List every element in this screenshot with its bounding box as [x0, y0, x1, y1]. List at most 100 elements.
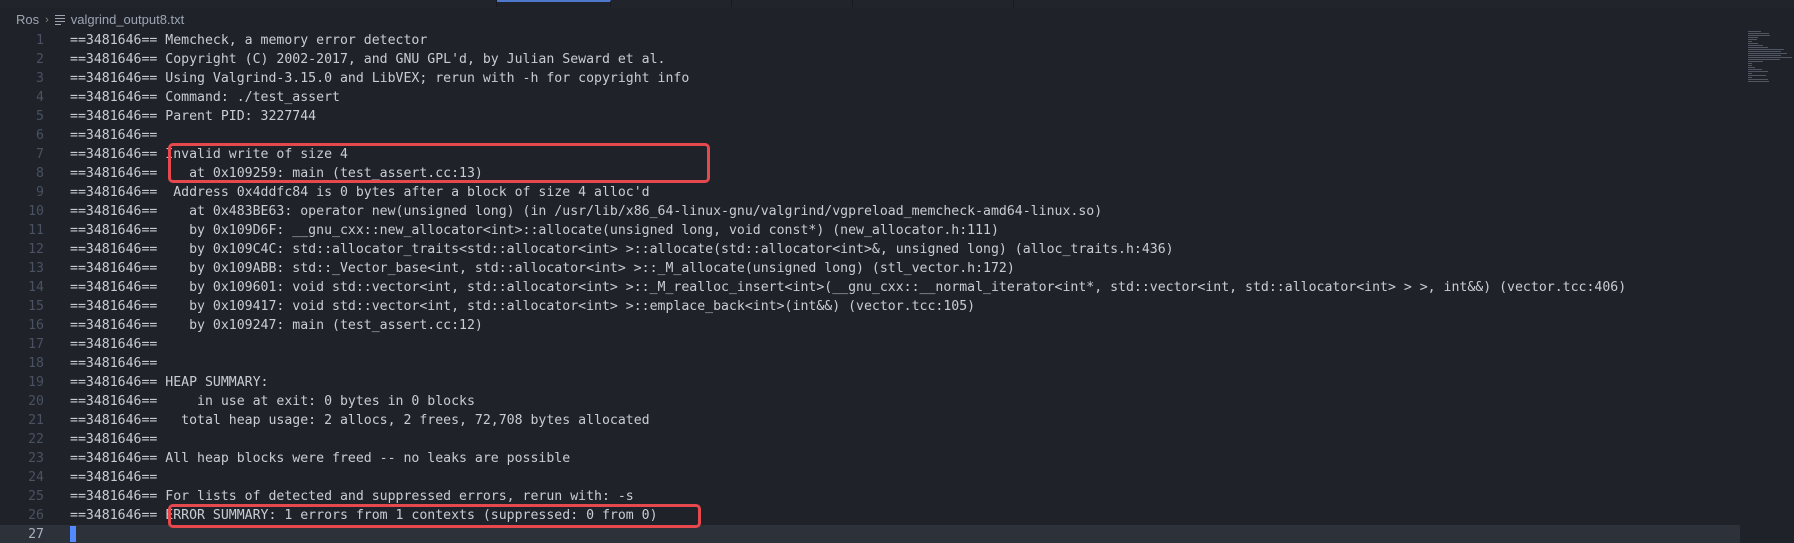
- breadcrumb: Ros › valgrind_output8.txt: [0, 8, 1794, 31]
- line-number: 3: [36, 71, 44, 86]
- line-number: 23: [28, 451, 44, 466]
- line-text: ==3481646==: [70, 337, 158, 352]
- minimap-line: [1748, 75, 1766, 76]
- minimap-line: [1748, 35, 1770, 36]
- line-text: ==3481646==: [70, 128, 158, 143]
- breadcrumb-folder-label: Ros: [16, 12, 40, 27]
- editor-line[interactable]: 4 ==3481646== Command: ./test_assert: [0, 88, 1740, 107]
- editor-line[interactable]: 15 ==3481646== by 0x109417: void std::vec…: [0, 297, 1740, 316]
- line-number: 1: [36, 33, 44, 48]
- tab-active[interactable]: [497, 0, 611, 7]
- line-number: 21: [28, 413, 44, 428]
- minimap-line: [1748, 47, 1768, 48]
- line-number: 18: [28, 356, 44, 371]
- minimap-line: [1748, 45, 1763, 46]
- editor-line[interactable]: 5 ==3481646== Parent PID: 3227744: [0, 107, 1740, 126]
- line-text: ==3481646== All heap blocks were freed -…: [70, 451, 571, 466]
- file-lines-icon: [54, 14, 65, 25]
- editor-line[interactable]: 18 ==3481646==: [0, 354, 1740, 373]
- line-text: ==3481646== total heap usage: 2 allocs, …: [70, 413, 650, 428]
- editor-line[interactable]: 14 ==3481646== by 0x109601: void std::vec…: [0, 278, 1740, 297]
- line-number: 7: [36, 147, 44, 162]
- line-number: 13: [28, 261, 44, 276]
- line-text: ==3481646== by 0x109417: void std::vecto…: [70, 299, 976, 314]
- line-number: 16: [28, 318, 44, 333]
- line-text: ==3481646== Address 0x4ddfc84 is 0 bytes…: [70, 185, 650, 200]
- line-text: ==3481646== Using Valgrind-3.15.0 and Li…: [70, 71, 690, 86]
- minimap-line: [1748, 63, 1752, 64]
- chevron-right-icon: ›: [45, 13, 49, 26]
- line-text: ==3481646== by 0x109ABB: std::_Vector_ba…: [70, 261, 1015, 276]
- line-number: 10: [28, 204, 44, 219]
- editor-line[interactable]: 2 ==3481646== Copyright (C) 2002-2017, an…: [0, 50, 1740, 69]
- editor-line[interactable]: 3 ==3481646== Using Valgrind-3.15.0 and L…: [0, 69, 1740, 88]
- minimap[interactable]: [1746, 31, 1794, 87]
- editor-line[interactable]: 11 ==3481646== by 0x109D6F: __gnu_cxx::ne…: [0, 221, 1740, 240]
- minimap-line: [1748, 31, 1761, 32]
- line-number: 19: [28, 375, 44, 390]
- editor-line[interactable]: 12 ==3481646== by 0x109C4C: std::allocato…: [0, 240, 1740, 259]
- line-number: 26: [28, 508, 44, 523]
- breadcrumb-folder[interactable]: Ros: [16, 12, 39, 27]
- minimap-line: [1748, 33, 1769, 34]
- line-number: 5: [36, 109, 44, 124]
- tab-bar: [0, 0, 1794, 8]
- line-text: ==3481646==: [70, 432, 158, 447]
- line-number: 27: [28, 527, 44, 542]
- minimap-line: [1748, 49, 1784, 50]
- line-text: ==3481646== at 0x483BE63: operator new(u…: [70, 204, 1103, 219]
- minimap-line: [1748, 73, 1752, 74]
- minimap-line: [1748, 43, 1758, 44]
- line-number: 15: [28, 299, 44, 314]
- breadcrumb-file[interactable]: valgrind_output8.txt: [54, 12, 184, 27]
- line-text: ==3481646== in use at exit: 0 bytes in 0…: [70, 394, 475, 409]
- editor-line[interactable]: 9 ==3481646== Address 0x4ddfc84 is 0 byte…: [0, 183, 1740, 202]
- editor-line[interactable]: 19 ==3481646== HEAP SUMMARY:: [0, 373, 1740, 392]
- editor-line[interactable]: 17 ==3481646==: [0, 335, 1740, 354]
- editor-line[interactable]: 10 ==3481646== at 0x483BE63: operator new…: [0, 202, 1740, 221]
- line-number: 11: [28, 223, 44, 238]
- minimap-line: [1748, 55, 1781, 56]
- line-number: 12: [28, 242, 44, 257]
- line-number: 4: [36, 90, 44, 105]
- tab[interactable]: [732, 0, 853, 7]
- minimap-line: [1748, 59, 1780, 60]
- editor-line[interactable]: 20 ==3481646== in use at exit: 0 bytes in…: [0, 392, 1740, 411]
- tab[interactable]: [0, 0, 497, 7]
- line-text: ==3481646==: [70, 470, 158, 485]
- line-number: 17: [28, 337, 44, 352]
- line-number: 8: [36, 166, 44, 181]
- annotation-box-error-summary: [168, 504, 701, 528]
- editor-line[interactable]: 16 ==3481646== by 0x109247: main (test_as…: [0, 316, 1740, 335]
- line-number: 20: [28, 394, 44, 409]
- line-number: 14: [28, 280, 44, 295]
- minimap-line: [1748, 65, 1752, 66]
- line-text: ==3481646== HEAP SUMMARY:: [70, 375, 269, 390]
- editor-line[interactable]: 24 ==3481646==: [0, 468, 1740, 487]
- minimap-line: [1748, 69, 1762, 70]
- text-cursor: [70, 526, 76, 542]
- line-text: ==3481646== by 0x109601: void std::vecto…: [70, 280, 1627, 295]
- minimap-line: [1748, 51, 1781, 52]
- editor-line[interactable]: 21 ==3481646== total heap usage: 2 allocs…: [0, 411, 1740, 430]
- text-editor[interactable]: 1 ==3481646== Memcheck, a memory error de…: [0, 31, 1794, 543]
- line-number: 9: [36, 185, 44, 200]
- line-number: 2: [36, 52, 44, 67]
- minimap-line: [1748, 37, 1758, 38]
- editor-line[interactable]: 1 ==3481646== Memcheck, a memory error de…: [0, 31, 1740, 50]
- minimap-line: [1748, 67, 1755, 68]
- vertical-scrollbar[interactable]: [1738, 31, 1742, 543]
- tab[interactable]: [853, 0, 1014, 7]
- minimap-line: [1748, 77, 1752, 78]
- minimap-line: [1748, 57, 1792, 58]
- minimap-line: [1748, 79, 1768, 80]
- minimap-line: [1748, 81, 1769, 82]
- tab[interactable]: [611, 0, 732, 7]
- editor-line[interactable]: 22 ==3481646==: [0, 430, 1740, 449]
- editor-line[interactable]: 23 ==3481646== All heap blocks were freed…: [0, 449, 1740, 468]
- minimap-line: [1748, 39, 1757, 40]
- editor-line[interactable]: 13 ==3481646== by 0x109ABB: std::_Vector_…: [0, 259, 1740, 278]
- line-number: 25: [28, 489, 44, 504]
- line-text: ==3481646== by 0x109247: main (test_asse…: [70, 318, 483, 333]
- line-text: ==3481646== Parent PID: 3227744: [70, 109, 317, 124]
